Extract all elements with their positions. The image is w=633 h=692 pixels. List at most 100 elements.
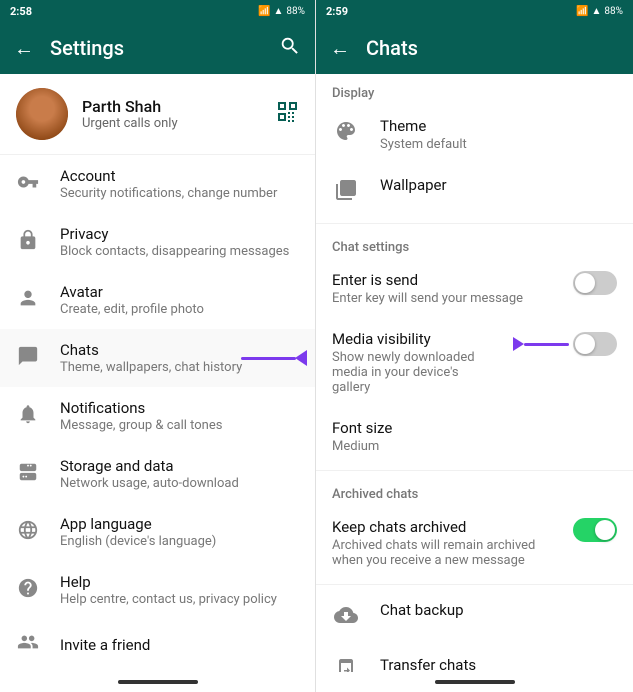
settings-privacy-subtitle: Block contacts, disappearing messages: [60, 244, 299, 259]
avatar: [16, 88, 68, 140]
settings-item-notifications[interactable]: Notifications Message, group & call tone…: [0, 387, 315, 445]
settings-privacy-text: Privacy Block contacts, disappearing mes…: [60, 225, 299, 259]
backup-title: Chat backup: [380, 601, 617, 619]
settings-item-chats[interactable]: Chats Theme, wallpapers, chat history: [0, 329, 315, 387]
transfer-title: Transfer chats: [380, 656, 617, 672]
enter-send-toggle[interactable]: [573, 271, 617, 295]
backup-icon: [332, 603, 360, 632]
settings-item-language[interactable]: App language English (device's language): [0, 503, 315, 561]
keep-archived-title: Keep chats archived: [332, 518, 553, 536]
avatar-icon: [16, 287, 40, 314]
chats-item-theme[interactable]: Theme System default: [316, 105, 633, 164]
transfer-content: Transfer chats: [380, 656, 617, 672]
media-visibility-toggle-area: [513, 332, 617, 356]
settings-notifications-title: Notifications: [60, 399, 299, 417]
storage-icon: [16, 461, 40, 488]
chats-item-media-visibility[interactable]: Media visibility Show newly downloaded m…: [316, 318, 633, 407]
settings-language-subtitle: English (device's language): [60, 534, 299, 549]
chats-item-enter-send[interactable]: Enter is send Enter key will send your m…: [316, 259, 633, 318]
left-back-button[interactable]: ←: [14, 36, 34, 61]
left-bottom-bar: [0, 672, 315, 692]
right-wifi-icon: ▲: [592, 6, 602, 17]
left-app-bar: ← Settings: [0, 22, 315, 74]
chats-wallpaper-title: Wallpaper: [380, 176, 617, 194]
settings-account-subtitle: Security notifications, change number: [60, 186, 299, 201]
settings-item-account[interactable]: Account Security notifications, change n…: [0, 155, 315, 213]
chats-item-keep-archived[interactable]: Keep chats archived Archived chats will …: [316, 506, 633, 580]
settings-item-help[interactable]: Help Help centre, contact us, privacy po…: [0, 561, 315, 619]
chat-settings-header: Chat settings: [316, 228, 633, 259]
settings-notifications-subtitle: Message, group & call tones: [60, 418, 299, 433]
font-size-title: Font size: [332, 419, 617, 437]
media-visibility-subtitle: Show newly downloaded media in your devi…: [332, 350, 493, 395]
right-sim-icon: 📶: [576, 6, 588, 17]
profile-section[interactable]: Parth Shah Urgent calls only: [0, 74, 315, 155]
key-icon: [16, 171, 40, 198]
settings-item-invite[interactable]: Invite a friend: [0, 619, 315, 670]
chats-wallpaper-content: Wallpaper: [380, 176, 617, 194]
profile-status: Urgent calls only: [82, 116, 261, 131]
right-battery-text: 88%: [604, 6, 623, 17]
chats-theme-title: Theme: [380, 117, 617, 135]
keep-archived-toggle[interactable]: [573, 518, 617, 542]
divider-3: [316, 584, 633, 585]
settings-avatar-text: Avatar Create, edit, profile photo: [60, 283, 299, 317]
media-visibility-content: Media visibility Show newly downloaded m…: [332, 330, 493, 395]
transfer-icon: [332, 658, 360, 672]
settings-item-privacy[interactable]: Privacy Block contacts, disappearing mes…: [0, 213, 315, 271]
enter-send-subtitle: Enter key will send your message: [332, 291, 553, 306]
right-status-bar: 2:59 📶 ▲ 88%: [316, 0, 633, 22]
settings-help-text: Help Help centre, contact us, privacy po…: [60, 573, 299, 607]
globe-icon: [16, 519, 40, 546]
left-status-bar: 2:58 📶 ▲ 88%: [0, 0, 315, 22]
qr-button[interactable]: [275, 99, 299, 129]
backup-content: Chat backup: [380, 601, 617, 619]
settings-storage-subtitle: Network usage, auto-download: [60, 476, 299, 491]
settings-list: Account Security notifications, change n…: [0, 155, 315, 672]
chats-item-transfer[interactable]: Transfer chats: [316, 644, 633, 672]
settings-notifications-text: Notifications Message, group & call tone…: [60, 399, 299, 433]
keep-archived-content: Keep chats archived Archived chats will …: [332, 518, 553, 568]
lock-icon: [16, 229, 40, 256]
font-size-subtitle: Medium: [332, 439, 617, 454]
settings-privacy-title: Privacy: [60, 225, 299, 243]
display-section-header: Display: [316, 74, 633, 105]
enter-send-toggle-thumb: [575, 273, 595, 293]
profile-name: Parth Shah: [82, 97, 261, 116]
settings-storage-text: Storage and data Network usage, auto-dow…: [60, 457, 299, 491]
keep-archived-toggle-thumb: [595, 520, 615, 540]
right-back-button[interactable]: ←: [330, 36, 350, 61]
archived-section-header: Archived chats: [316, 475, 633, 506]
settings-item-storage[interactable]: Storage and data Network usage, auto-dow…: [0, 445, 315, 503]
profile-info: Parth Shah Urgent calls only: [82, 97, 261, 131]
chats-theme-subtitle: System default: [380, 137, 617, 152]
chats-item-wallpaper[interactable]: Wallpaper: [316, 164, 633, 219]
left-status-icons: 📶 ▲ 88%: [258, 6, 305, 17]
theme-icon: [332, 119, 360, 148]
chats-item-backup[interactable]: Chat backup: [316, 589, 633, 644]
sim-icon: 📶: [258, 6, 270, 17]
settings-storage-title: Storage and data: [60, 457, 299, 475]
chats-item-font-size[interactable]: Font size Medium: [316, 407, 633, 466]
settings-language-title: App language: [60, 515, 299, 533]
media-visibility-toggle[interactable]: [573, 332, 617, 356]
settings-language-text: App language English (device's language): [60, 515, 299, 549]
wallpaper-icon: [332, 178, 360, 207]
settings-invite-title: Invite a friend: [60, 636, 299, 654]
media-visibility-toggle-thumb: [575, 334, 595, 354]
help-icon: [16, 577, 40, 604]
bell-icon: [16, 403, 40, 430]
settings-help-title: Help: [60, 573, 299, 591]
right-bottom-bar: [316, 672, 633, 692]
right-panel: 2:59 📶 ▲ 88% ← Chats Display Theme Syste…: [316, 0, 633, 692]
left-app-bar-title: Settings: [50, 36, 263, 60]
right-app-bar-title: Chats: [366, 36, 619, 60]
chats-settings-list: Display Theme System default Wallpaper C…: [316, 74, 633, 672]
right-app-bar: ← Chats: [316, 22, 633, 74]
people-icon: [16, 631, 40, 658]
settings-item-avatar[interactable]: Avatar Create, edit, profile photo: [0, 271, 315, 329]
battery-text: 88%: [286, 6, 305, 17]
media-visibility-title: Media visibility: [332, 330, 493, 348]
font-size-content: Font size Medium: [332, 419, 617, 454]
left-search-button[interactable]: [279, 35, 301, 62]
